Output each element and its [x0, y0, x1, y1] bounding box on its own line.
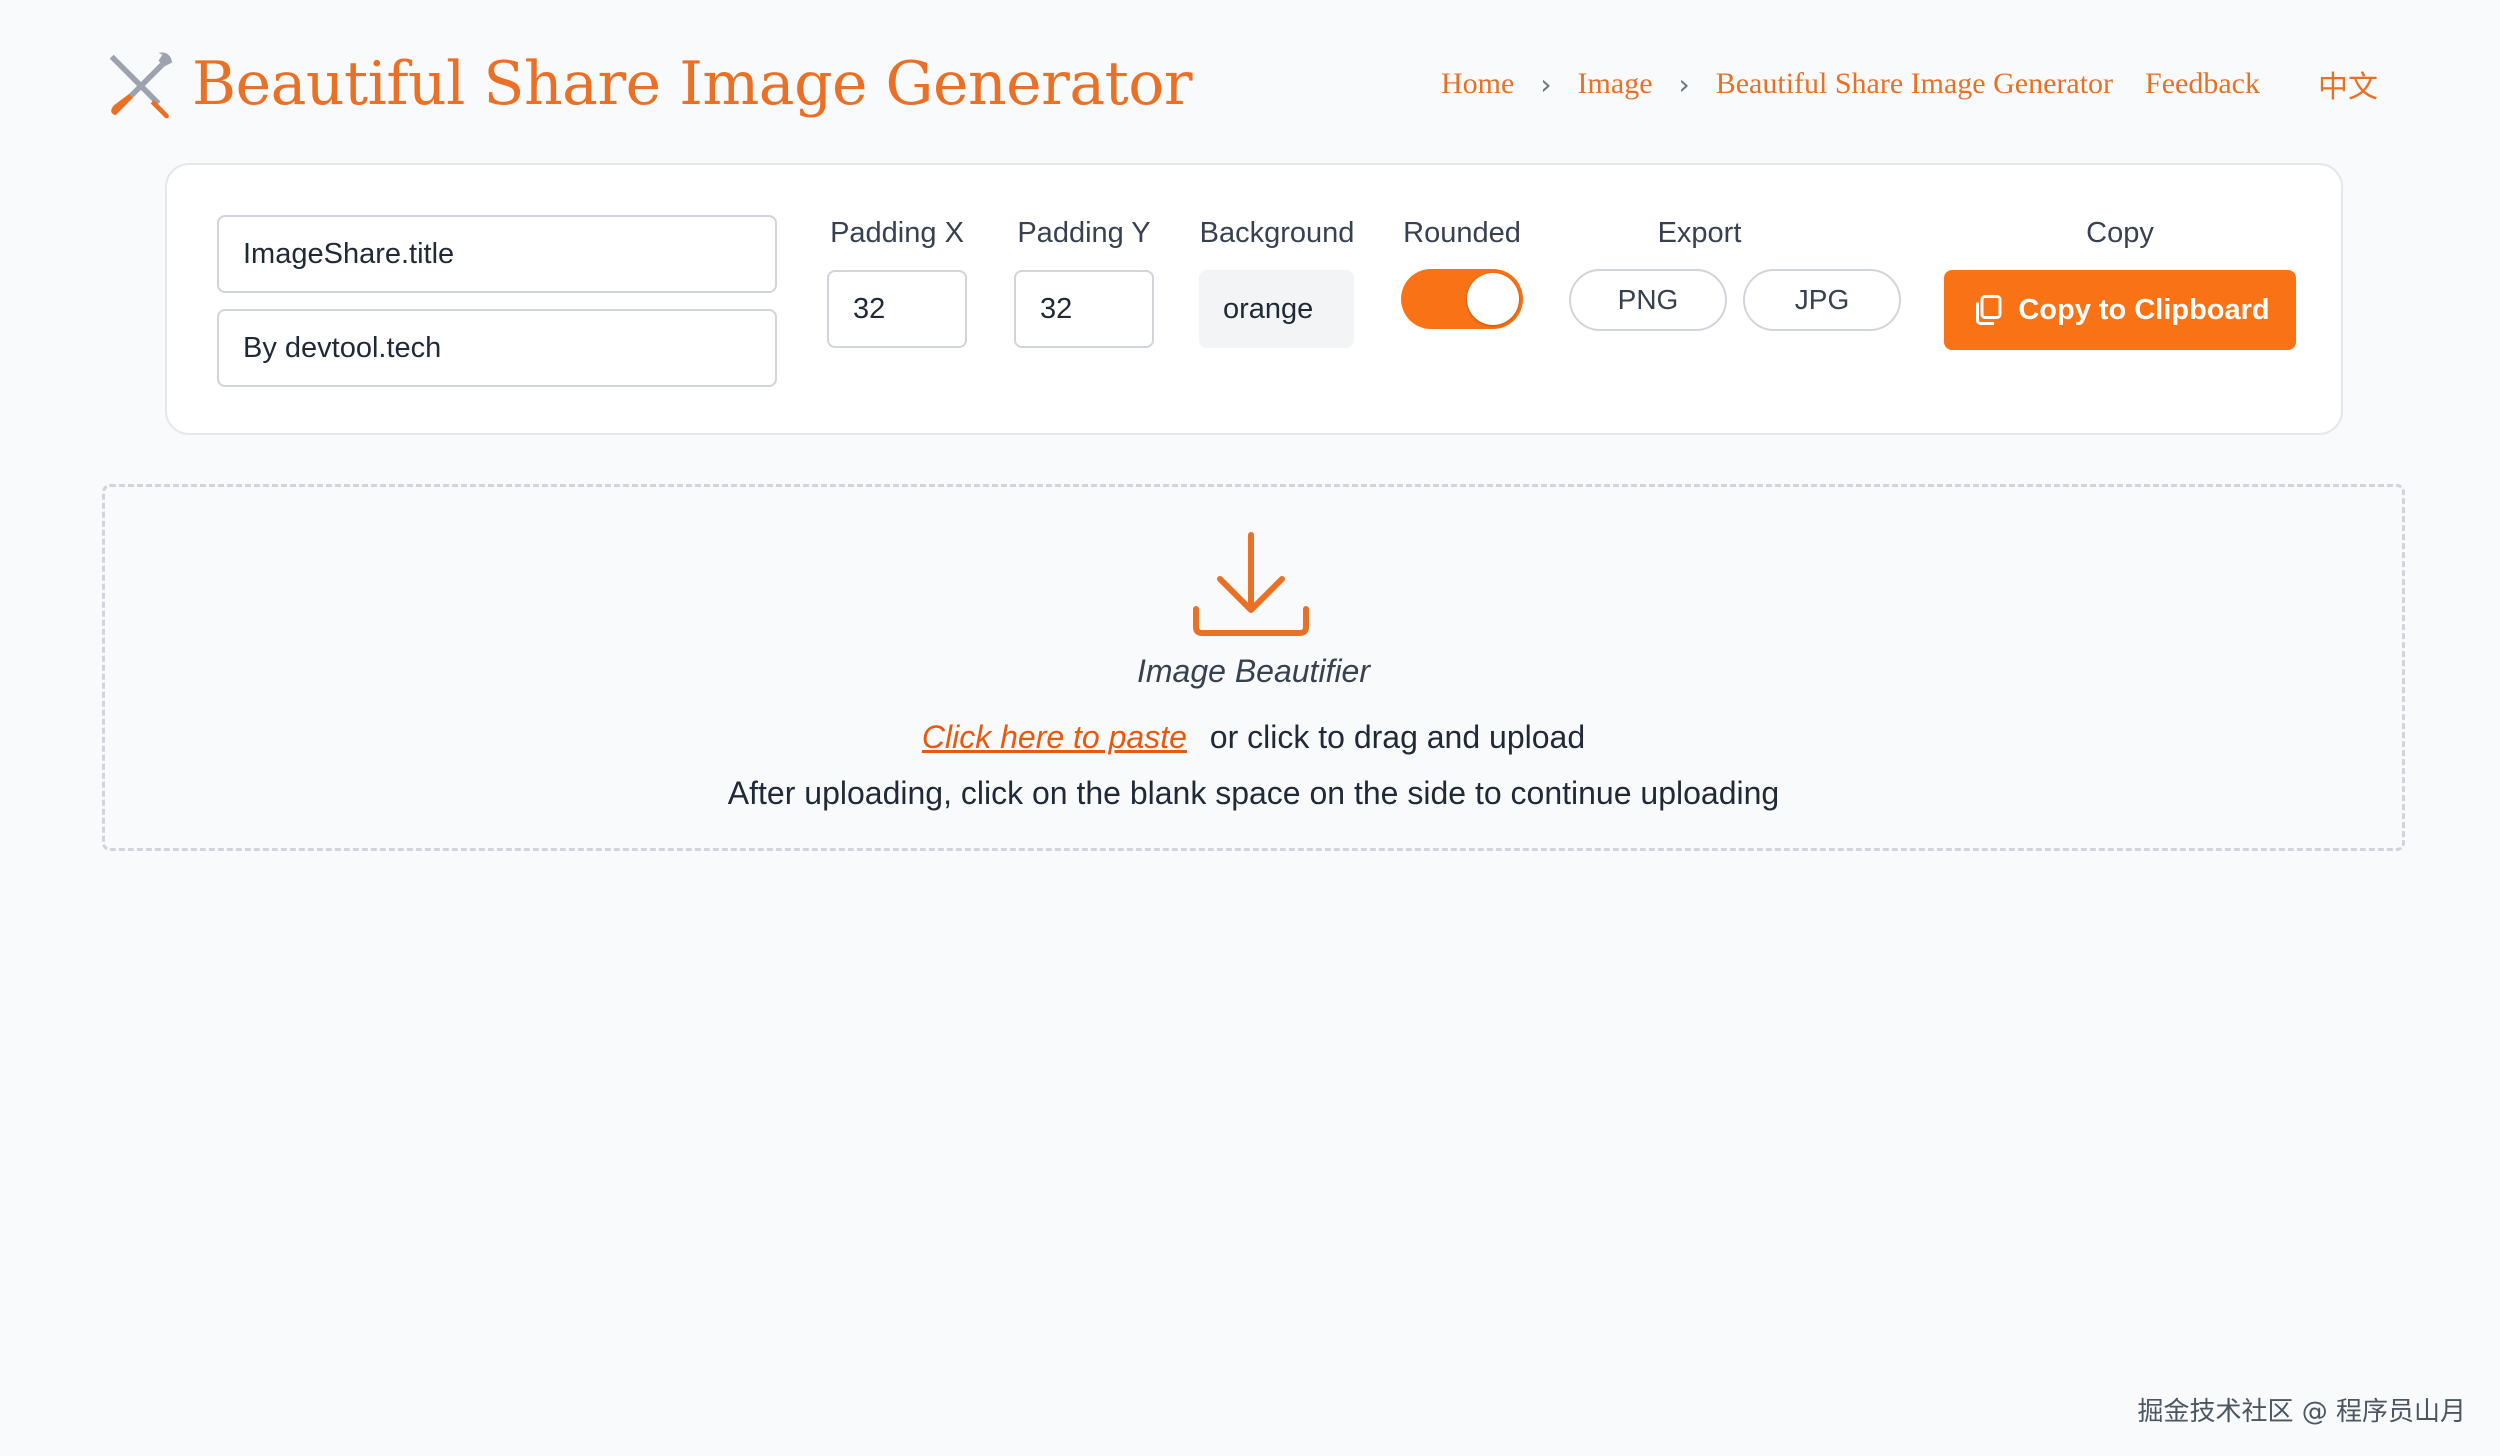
dropzone-instructions: Click here to paste or click to drag and…	[105, 719, 2402, 756]
padding-y-label: Padding Y	[1017, 217, 1151, 249]
feedback-link[interactable]: Feedback	[2145, 67, 2260, 101]
paste-link[interactable]: Click here to paste	[922, 719, 1187, 755]
export-png-button[interactable]: PNG	[1569, 269, 1727, 331]
language-switch[interactable]: 中文	[2318, 62, 2378, 106]
padding-x-input[interactable]	[827, 270, 967, 348]
chevron-right-icon: ›	[1540, 67, 1552, 101]
header: Beautiful Share Image Generator Home › I…	[100, 44, 2400, 124]
breadcrumb-home[interactable]: Home	[1441, 67, 1514, 101]
export-label: Export	[1657, 217, 1742, 249]
subtitle-input[interactable]	[217, 309, 777, 387]
drag-upload-text: or click to drag and upload	[1209, 719, 1586, 755]
dropzone-title: Image Beautifier	[1136, 653, 1370, 689]
export-jpg-button[interactable]: JPG	[1743, 269, 1901, 331]
copy-button-label: Copy to Clipboard	[2018, 293, 2270, 326]
breadcrumb: Home › Image › Beautiful Share Image Gen…	[1441, 44, 2400, 124]
title-input[interactable]	[217, 215, 777, 293]
copy-to-clipboard-button[interactable]: Copy to Clipboard	[1944, 270, 2296, 350]
app-title: Beautiful Share Image Generator	[192, 49, 1193, 119]
download-icon	[1193, 532, 1309, 636]
rounded-toggle[interactable]	[1401, 269, 1523, 329]
dropzone-hint: After uploading, click on the blank spac…	[727, 775, 1780, 811]
toggle-knob	[1467, 273, 1519, 325]
copy-label: Copy	[2086, 217, 2154, 249]
background-select[interactable]: orange	[1199, 270, 1354, 348]
watermark: 掘金技术社区 @ 程序员山月	[2137, 1397, 2466, 1427]
tools-icon[interactable]	[100, 45, 178, 123]
upload-dropzone[interactable]: Image Beautifier Click here to paste or …	[102, 484, 2405, 851]
rounded-label: Rounded	[1403, 217, 1521, 249]
background-label: Background	[1199, 217, 1355, 249]
breadcrumb-image[interactable]: Image	[1578, 67, 1653, 101]
breadcrumb-current[interactable]: Beautiful Share Image Generator	[1716, 67, 2113, 101]
padding-x-label: Padding X	[830, 217, 964, 249]
copy-icon	[1976, 295, 2002, 325]
chevron-right-icon: ›	[1678, 67, 1690, 101]
settings-card: Padding X Padding Y Background orange Ro…	[165, 163, 2343, 435]
padding-y-input[interactable]	[1014, 270, 1154, 348]
